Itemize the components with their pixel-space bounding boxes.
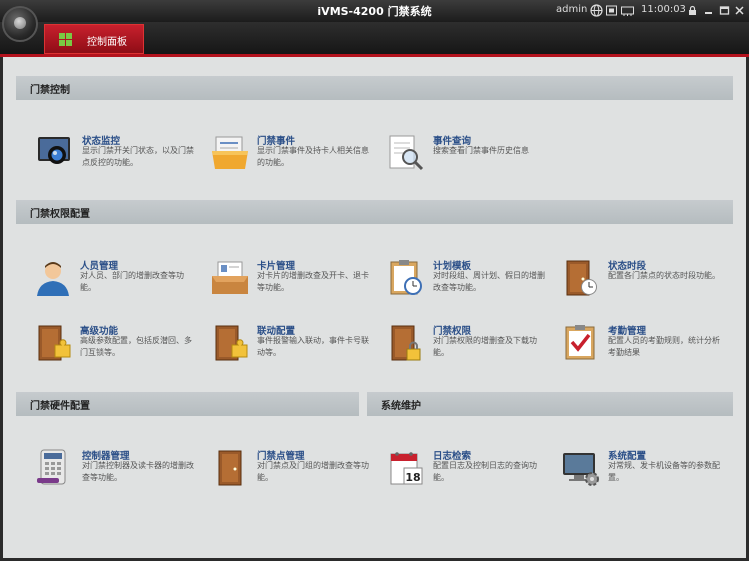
- app-logo[interactable]: [2, 6, 38, 42]
- ram-icon: [621, 4, 634, 17]
- item-advanced-functions[interactable]: 高级功能 高级参数配置，包括反潜回、多门互锁等。: [33, 323, 205, 371]
- section-header-hardware-config: 门禁硬件配置: [16, 392, 359, 416]
- tab-bar: 控制面板: [0, 22, 749, 57]
- person-icon: [37, 262, 69, 296]
- item-desc: 对常规、发卡机设备等的参数配置。: [608, 461, 720, 482]
- section-title: 门禁硬件配置: [30, 401, 90, 412]
- item-desc: 对门禁控制器及读卡器的增删改查等功能。: [82, 461, 194, 482]
- item-system-config[interactable]: 系统配置 对常规、发卡机设备等的参数配置。: [561, 448, 733, 496]
- item-schedule-template[interactable]: 计划模板 对时段组、周计划、假日的增删改查等功能。: [386, 258, 558, 306]
- item-desc: 配置人员的考勤规则，统计分析考勤结果: [608, 336, 720, 357]
- door-clock-icon: [566, 260, 597, 296]
- item-access-permission[interactable]: 门禁权限 对门禁权限的增删查及下载功能。: [386, 323, 558, 371]
- tab-label: 控制面板: [87, 37, 127, 48]
- door-puzzle-icon: [215, 325, 248, 361]
- keypad-controller-icon: [37, 449, 66, 485]
- title-bar: iVMS-4200 门禁系统 admin 11:00:03: [0, 0, 749, 22]
- section-header-permission-config: 门禁权限配置: [16, 200, 733, 224]
- card-box-icon: [212, 261, 248, 294]
- item-desc: 对人员、部门的增删改查等功能。: [80, 271, 184, 292]
- door-lock-icon: [391, 325, 421, 361]
- folder-documents-icon: [212, 136, 248, 169]
- section-header-access-control: 门禁控制: [16, 76, 733, 100]
- control-panel-content: 门禁控制 状态监控 显示门禁开关门状态，以及门禁点反控的功能。 门禁事件 显示门…: [3, 57, 746, 558]
- lock-icon[interactable]: [687, 5, 698, 16]
- tab-control-panel[interactable]: 控制面板: [44, 24, 144, 54]
- item-linkage-config[interactable]: 联动配置 事件报警输入联动，事件卡号联动等。: [210, 323, 382, 371]
- item-status-period[interactable]: 状态时段 配置各门禁点的状态时段功能。: [561, 258, 733, 306]
- section-title: 系统维护: [381, 401, 421, 412]
- grid-icon: [59, 33, 72, 46]
- item-desc: 对时段组、周计划、假日的增删改查等功能。: [433, 271, 545, 292]
- monitor-camera-icon: [38, 137, 70, 164]
- item-desc: 配置各门禁点的状态时段功能。: [608, 271, 720, 280]
- section-header-maintenance: 系统维护: [367, 392, 733, 416]
- maximize-icon[interactable]: [719, 5, 730, 16]
- item-event-query[interactable]: 事件查询 搜索查看门禁事件历史信息: [386, 133, 558, 181]
- svg-text:18: 18: [405, 471, 420, 484]
- clock: 11:00:03: [641, 4, 686, 15]
- item-desc: 对卡片的增删改查及开卡、退卡等功能。: [257, 271, 369, 292]
- item-status-monitor[interactable]: 状态监控 显示门禁开关门状态，以及门禁点反控的功能。: [35, 133, 207, 181]
- section-title: 门禁权限配置: [30, 209, 90, 220]
- clipboard-clock-icon: [390, 260, 422, 295]
- item-desc: 事件报警输入联动，事件卡号联动等。: [257, 336, 369, 357]
- close-icon[interactable]: [734, 5, 745, 16]
- door-puzzle-icon: [38, 325, 71, 361]
- item-desc: 对门禁权限的增删查及下载功能。: [433, 336, 537, 357]
- item-desc: 配置日志及控制日志的查询功能。: [433, 461, 537, 482]
- item-desc: 显示门禁开关门状态，以及门禁点反控的功能。: [82, 146, 194, 167]
- item-attendance-management[interactable]: 考勤管理 配置人员的考勤规则，统计分析考勤结果: [561, 323, 733, 371]
- item-desc: 高级参数配置，包括反潜回、多门互锁等。: [80, 336, 192, 357]
- item-desc: 搜索查看门禁事件历史信息: [433, 146, 529, 155]
- item-door-point-management[interactable]: 门禁点管理 对门禁点及门组的增删改查等功能。: [210, 448, 382, 496]
- item-controller-management[interactable]: 控制器管理 对门禁控制器及读卡器的增删改查等功能。: [35, 448, 207, 496]
- search-document-icon: [389, 135, 424, 171]
- item-access-events[interactable]: 门禁事件 显示门禁事件及持卡人相关信息的功能。: [210, 133, 382, 181]
- item-person-management[interactable]: 人员管理 对人员、部门的增删改查等功能。: [33, 258, 205, 306]
- door-icon: [218, 450, 242, 486]
- cpu-icon: [605, 4, 618, 17]
- item-desc: 对门禁点及门组的增删改查等功能。: [257, 461, 369, 482]
- monitor-gear-icon: [563, 453, 599, 486]
- username-label[interactable]: admin: [556, 4, 587, 15]
- item-desc: 显示门禁事件及持卡人相关信息的功能。: [257, 146, 369, 167]
- globe-icon[interactable]: [590, 4, 603, 17]
- section-title: 门禁控制: [30, 85, 70, 96]
- window-title: iVMS-4200 门禁系统: [317, 5, 432, 18]
- clipboard-check-icon: [565, 325, 595, 360]
- calendar-icon: 18: [390, 452, 423, 485]
- item-card-management[interactable]: 卡片管理 对卡片的增删改查及开卡、退卡等功能。: [210, 258, 382, 306]
- minimize-icon[interactable]: [703, 5, 714, 16]
- item-log-search[interactable]: 18 日志检索 配置日志及控制日志的查询功能。: [386, 448, 558, 496]
